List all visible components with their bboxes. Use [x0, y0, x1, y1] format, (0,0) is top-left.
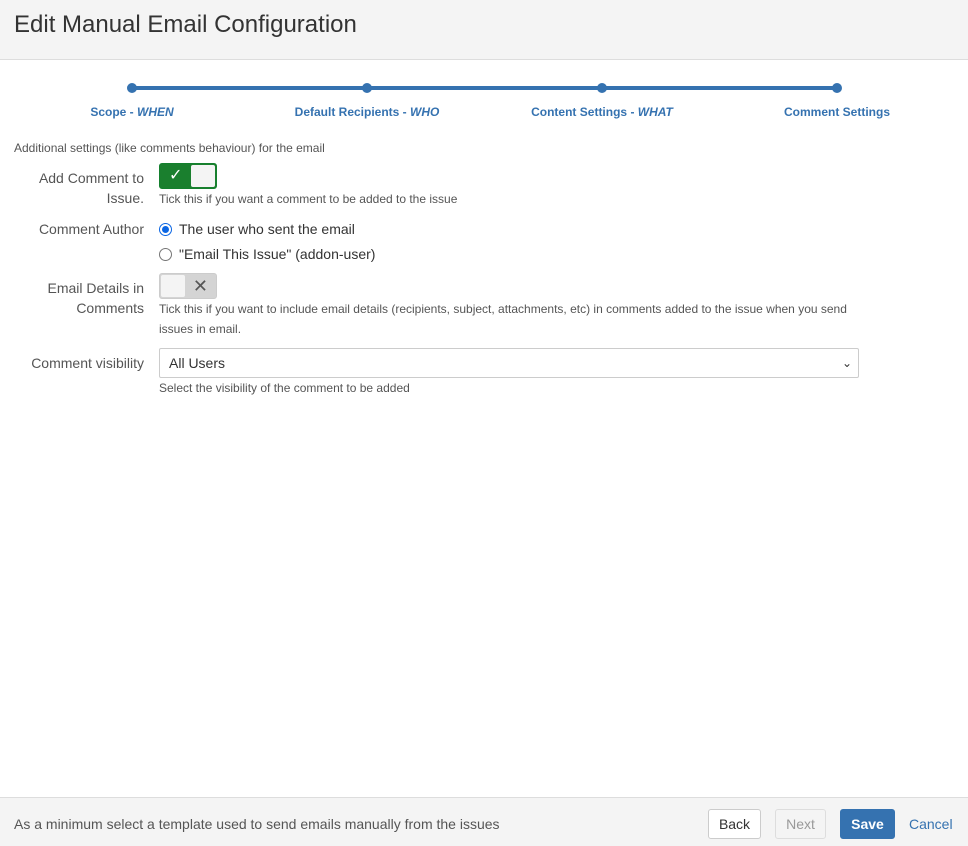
- email-details-label: Email Details in Comments: [47, 280, 144, 316]
- wizard-dot-scope: [127, 83, 137, 93]
- comment-visibility-label: Comment visibility: [31, 355, 144, 371]
- wizard-dot-recipients: [362, 83, 372, 93]
- page-header: Edit Manual Email Configuration: [0, 0, 968, 60]
- comment-author-label: Comment Author: [38, 221, 144, 237]
- add-comment-toggle[interactable]: ✓: [159, 163, 217, 189]
- wizard-step-content[interactable]: Content Settings - WHAT: [531, 105, 673, 119]
- back-button[interactable]: Back: [708, 809, 761, 839]
- email-details-help: Tick this if you want to include email d…: [159, 302, 847, 336]
- comment-visibility-help: Select the visibility of the comment to …: [159, 381, 410, 395]
- add-comment-help: Tick this if you want a comment to be ad…: [159, 192, 458, 206]
- close-icon: ✕: [192, 276, 208, 296]
- wizard-step-comment[interactable]: Comment Settings: [784, 105, 890, 119]
- wizard-step-recipients[interactable]: Default Recipients - WHO: [295, 105, 440, 119]
- page-title: Edit Manual Email Configuration: [14, 11, 357, 38]
- toggle-knob: [191, 165, 215, 187]
- save-button[interactable]: Save: [840, 809, 895, 839]
- chevron-down-icon: ⌄: [841, 356, 852, 370]
- radio-unchecked[interactable]: [159, 247, 172, 261]
- wizard-progress: Scope - WHEN Default Recipients - WHO Co…: [0, 60, 968, 135]
- footer-hint: As a minimum select a template used to s…: [14, 816, 500, 832]
- comment-visibility-select[interactable]: All Users ⌄: [159, 348, 859, 378]
- section-description: Additional settings (like comments behav…: [14, 141, 325, 155]
- toggle-knob: [161, 275, 185, 297]
- wizard-dot-content: [597, 83, 607, 93]
- radio-checked[interactable]: [159, 222, 172, 236]
- email-details-toggle[interactable]: ✕: [159, 273, 217, 299]
- cancel-link[interactable]: Cancel: [909, 816, 953, 832]
- wizard-step-scope[interactable]: Scope - WHEN: [90, 105, 173, 119]
- wizard-track: [132, 86, 837, 90]
- check-icon: ✓: [169, 167, 183, 184]
- add-comment-label: Add Comment to Issue.: [38, 170, 144, 206]
- next-button[interactable]: Next: [775, 809, 826, 839]
- comment-author-option-addon[interactable]: "Email This Issue" (addon-user): [159, 244, 375, 264]
- dialog-footer: As a minimum select a template used to s…: [0, 797, 968, 846]
- wizard-dot-comment: [832, 83, 842, 93]
- comment-author-option-user[interactable]: The user who sent the email: [159, 219, 355, 239]
